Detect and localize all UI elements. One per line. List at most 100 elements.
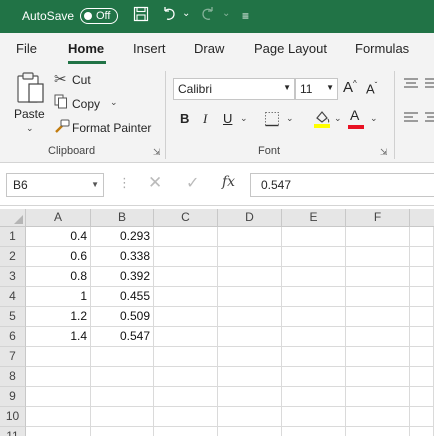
grid-cell[interactable] (218, 247, 282, 267)
grid-cell[interactable] (154, 347, 218, 367)
grid-cell[interactable] (154, 287, 218, 307)
column-header-a[interactable]: A (26, 209, 91, 227)
grid-cell[interactable] (218, 427, 282, 436)
grid-cell[interactable] (410, 307, 434, 327)
grid-cell[interactable] (346, 327, 410, 347)
paste-button[interactable]: Paste (14, 107, 45, 121)
row-header[interactable]: 7 (0, 347, 26, 367)
format-painter-button[interactable]: Format Painter (72, 121, 151, 135)
underline-button[interactable]: U (223, 111, 232, 126)
decrease-font-size-button[interactable]: Aˇ (366, 81, 377, 96)
insert-function-button[interactable]: fx (222, 174, 235, 190)
grid-cell[interactable]: 0.8 (26, 267, 91, 287)
column-header-d[interactable]: D (218, 209, 282, 227)
row-header[interactable]: 4 (0, 287, 26, 307)
cut-button[interactable]: Cut (72, 73, 91, 87)
grid-cell[interactable] (154, 407, 218, 427)
column-header-f[interactable]: F (346, 209, 410, 227)
select-all-button[interactable] (0, 209, 26, 227)
grid-cell[interactable] (410, 327, 434, 347)
column-header-e[interactable]: E (282, 209, 346, 227)
grid-cell[interactable] (346, 347, 410, 367)
redo-dropdown-icon[interactable]: ⌄ (222, 8, 230, 19)
save-icon[interactable] (133, 6, 149, 28)
borders-dropdown-icon[interactable]: ⌄ (286, 113, 294, 124)
grid-cell[interactable] (91, 367, 154, 387)
grid-cell[interactable] (410, 367, 434, 387)
align-center-icon[interactable] (424, 111, 434, 128)
grid-cell[interactable] (282, 407, 346, 427)
grid-cell[interactable] (154, 327, 218, 347)
borders-icon[interactable] (264, 111, 280, 130)
grid-cell[interactable] (282, 387, 346, 407)
row-header[interactable]: 2 (0, 247, 26, 267)
clipboard-launcher-icon[interactable]: ⇲ (153, 147, 161, 158)
grid-cell[interactable] (91, 387, 154, 407)
grid-cell[interactable] (410, 407, 434, 427)
grid-cell[interactable] (282, 247, 346, 267)
font-color-button[interactable]: A (350, 107, 359, 123)
grid-cell[interactable]: 0.455 (91, 287, 154, 307)
font-name-box[interactable]: Calibri ▼ (173, 78, 295, 100)
fill-color-dropdown-icon[interactable]: ⌄ (334, 113, 342, 124)
grid-cell[interactable] (91, 347, 154, 367)
align-left-icon[interactable] (403, 111, 419, 128)
grid-cell[interactable]: 0.547 (91, 327, 154, 347)
grid-cell[interactable] (282, 367, 346, 387)
grid-cell[interactable]: 0.392 (91, 267, 154, 287)
grid-cell[interactable] (218, 287, 282, 307)
row-header[interactable]: 3 (0, 267, 26, 287)
grid-cell[interactable] (218, 327, 282, 347)
name-box-dropdown-icon[interactable]: ▼ (91, 180, 99, 189)
column-header-b[interactable]: B (91, 209, 154, 227)
tab-draw[interactable]: Draw (194, 41, 224, 56)
paste-dropdown-icon[interactable]: ⌄ (26, 123, 34, 134)
grid-cell[interactable] (410, 387, 434, 407)
row-header[interactable]: 11 (0, 427, 26, 436)
grid-cell[interactable]: 1.2 (26, 307, 91, 327)
grid-cell[interactable] (154, 247, 218, 267)
grid-cell[interactable] (346, 427, 410, 436)
grid-cell[interactable] (282, 307, 346, 327)
grid-cell[interactable] (26, 367, 91, 387)
grid-cell[interactable]: 1 (26, 287, 91, 307)
underline-dropdown-icon[interactable]: ⌄ (240, 113, 248, 124)
align-top-icon[interactable] (403, 77, 419, 94)
grid-cell[interactable] (410, 427, 434, 436)
tab-page-layout[interactable]: Page Layout (254, 41, 327, 56)
grid-cell[interactable]: 0.6 (26, 247, 91, 267)
grid-cell[interactable] (218, 267, 282, 287)
grid-cell[interactable] (91, 427, 154, 436)
undo-dropdown-icon[interactable]: ⌄ (182, 8, 190, 19)
tab-formulas[interactable]: Formulas (355, 41, 409, 56)
grid-cell[interactable] (154, 227, 218, 247)
tab-insert[interactable]: Insert (133, 41, 166, 56)
grid-cell[interactable] (154, 367, 218, 387)
paste-icon[interactable] (15, 71, 47, 108)
grid-cell[interactable] (26, 407, 91, 427)
cancel-entry-icon[interactable]: ✕ (148, 173, 162, 193)
grid-cell[interactable] (282, 267, 346, 287)
grid-cell[interactable] (218, 387, 282, 407)
grid-cell[interactable] (346, 407, 410, 427)
column-header-partial[interactable] (410, 209, 434, 227)
grid-cell[interactable] (346, 287, 410, 307)
grid-cell[interactable] (282, 427, 346, 436)
font-color-dropdown-icon[interactable]: ⌄ (370, 113, 378, 124)
grid-cell[interactable] (218, 407, 282, 427)
row-header[interactable]: 8 (0, 367, 26, 387)
increase-font-size-button[interactable]: A^ (343, 79, 357, 96)
grid-cell[interactable]: 1.4 (26, 327, 91, 347)
tab-file[interactable]: File (16, 41, 37, 56)
grid-cell[interactable] (282, 347, 346, 367)
grid-cell[interactable] (282, 327, 346, 347)
grid-cell[interactable] (346, 267, 410, 287)
grid-cell[interactable] (282, 287, 346, 307)
row-header[interactable]: 9 (0, 387, 26, 407)
autosave-toggle[interactable]: Off (80, 8, 118, 24)
grid-cell[interactable] (154, 267, 218, 287)
grid-cell[interactable] (26, 427, 91, 436)
grid-cell[interactable] (410, 347, 434, 367)
grid-cell[interactable] (154, 307, 218, 327)
grid-cell[interactable]: 0.338 (91, 247, 154, 267)
